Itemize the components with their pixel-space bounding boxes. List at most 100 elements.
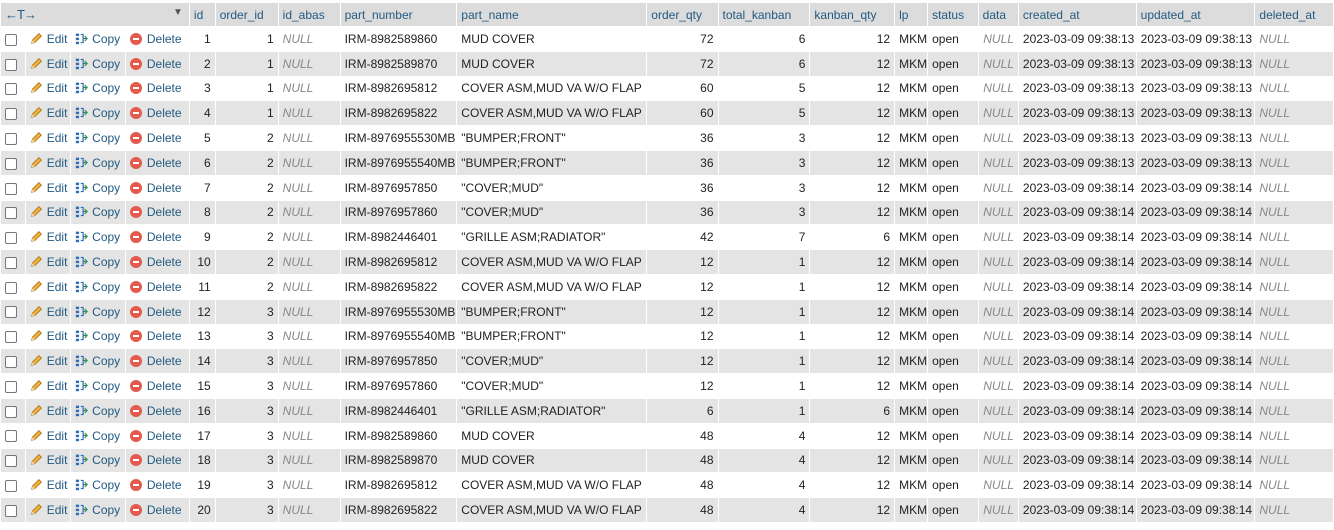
- row-checkbox[interactable]: [5, 33, 17, 46]
- column-header-lp[interactable]: lp: [895, 3, 928, 26]
- copy-button[interactable]: Copy: [71, 250, 125, 274]
- row-checkbox[interactable]: [5, 356, 17, 369]
- edit-button[interactable]: Edit: [25, 324, 71, 349]
- copy-button[interactable]: Copy: [71, 225, 125, 250]
- edit-button[interactable]: Edit: [25, 175, 71, 200]
- row-checkbox[interactable]: [5, 405, 17, 418]
- delete-button[interactable]: Delete: [125, 225, 189, 250]
- delete-button[interactable]: Delete: [125, 126, 189, 150]
- copy-button[interactable]: Copy: [71, 51, 125, 76]
- delete-button[interactable]: Delete: [125, 398, 189, 423]
- column-header-created-at[interactable]: created_at: [1018, 3, 1136, 26]
- copy-button[interactable]: Copy: [71, 150, 125, 175]
- column-nav-header[interactable]: ←T→ ▼: [1, 3, 189, 26]
- cell-lp: MKM: [895, 349, 928, 374]
- edit-button[interactable]: Edit: [25, 200, 71, 225]
- delete-button[interactable]: Delete: [125, 51, 189, 76]
- row-checkbox[interactable]: [5, 306, 17, 319]
- row-checkbox[interactable]: [5, 504, 17, 517]
- row-checkbox[interactable]: [5, 108, 17, 121]
- delete-button[interactable]: Delete: [125, 299, 189, 324]
- edit-button[interactable]: Edit: [25, 473, 71, 498]
- edit-button[interactable]: Edit: [25, 51, 71, 76]
- copy-button[interactable]: Copy: [71, 349, 125, 374]
- delete-button[interactable]: Delete: [125, 473, 189, 498]
- delete-button[interactable]: Delete: [125, 498, 189, 522]
- row-checkbox[interactable]: [5, 256, 17, 269]
- row-checkbox[interactable]: [5, 430, 17, 443]
- row-checkbox[interactable]: [5, 480, 17, 493]
- column-header-kanban-qty[interactable]: kanban_qty: [810, 3, 895, 26]
- sort-caret-icon[interactable]: ▼: [173, 7, 183, 18]
- column-header-order-qty[interactable]: order_qty: [647, 3, 718, 26]
- delete-label: Delete: [146, 304, 182, 319]
- row-checkbox[interactable]: [5, 455, 17, 468]
- edit-button[interactable]: Edit: [25, 398, 71, 423]
- copy-button[interactable]: Copy: [71, 126, 125, 150]
- delete-button[interactable]: Delete: [125, 423, 189, 448]
- delete-button[interactable]: Delete: [125, 101, 189, 126]
- column-header-part-name[interactable]: part_name: [457, 3, 647, 26]
- edit-button[interactable]: Edit: [25, 448, 71, 473]
- column-header-data[interactable]: data: [978, 3, 1018, 26]
- delete-button[interactable]: Delete: [125, 374, 189, 398]
- edit-button[interactable]: Edit: [25, 423, 71, 448]
- row-checkbox[interactable]: [5, 207, 17, 220]
- delete-button[interactable]: Delete: [125, 27, 189, 51]
- row-checkbox[interactable]: [5, 132, 17, 145]
- column-header-deleted-at[interactable]: deleted_at: [1255, 3, 1333, 26]
- delete-button[interactable]: Delete: [125, 150, 189, 175]
- delete-button[interactable]: Delete: [125, 175, 189, 200]
- copy-button[interactable]: Copy: [71, 498, 125, 522]
- edit-button[interactable]: Edit: [25, 250, 71, 274]
- row-checkbox[interactable]: [5, 232, 17, 245]
- edit-button[interactable]: Edit: [25, 126, 71, 150]
- copy-button[interactable]: Copy: [71, 76, 125, 101]
- delete-button[interactable]: Delete: [125, 324, 189, 349]
- row-checkbox[interactable]: [5, 331, 17, 344]
- column-header-id[interactable]: id: [189, 3, 215, 26]
- delete-button[interactable]: Delete: [125, 250, 189, 274]
- cell-total-kanban: 4: [718, 448, 810, 473]
- delete-button[interactable]: Delete: [125, 349, 189, 374]
- edit-button[interactable]: Edit: [25, 76, 71, 101]
- copy-button[interactable]: Copy: [71, 473, 125, 498]
- column-header-status[interactable]: status: [928, 3, 978, 26]
- copy-button[interactable]: Copy: [71, 101, 125, 126]
- copy-button[interactable]: Copy: [71, 324, 125, 349]
- column-nav-arrows-icon[interactable]: ←T→: [5, 7, 37, 22]
- copy-button[interactable]: Copy: [71, 448, 125, 473]
- column-header-updated-at[interactable]: updated_at: [1136, 3, 1255, 26]
- column-header-order-id[interactable]: order_id: [215, 3, 278, 26]
- column-header-total-kanban[interactable]: total_kanban: [718, 3, 810, 26]
- copy-button[interactable]: Copy: [71, 374, 125, 398]
- column-header-part-number[interactable]: part_number: [340, 3, 457, 26]
- row-checkbox[interactable]: [5, 83, 17, 96]
- copy-button[interactable]: Copy: [71, 398, 125, 423]
- edit-button[interactable]: Edit: [25, 274, 71, 299]
- edit-button[interactable]: Edit: [25, 225, 71, 250]
- edit-button[interactable]: Edit: [25, 299, 71, 324]
- row-checkbox[interactable]: [5, 58, 17, 71]
- edit-button[interactable]: Edit: [25, 349, 71, 374]
- copy-button[interactable]: Copy: [71, 200, 125, 225]
- edit-button[interactable]: Edit: [25, 374, 71, 398]
- delete-button[interactable]: Delete: [125, 274, 189, 299]
- copy-button[interactable]: Copy: [71, 27, 125, 51]
- copy-button[interactable]: Copy: [71, 423, 125, 448]
- row-checkbox[interactable]: [5, 380, 17, 393]
- delete-button[interactable]: Delete: [125, 200, 189, 225]
- edit-button[interactable]: Edit: [25, 150, 71, 175]
- row-checkbox[interactable]: [5, 182, 17, 195]
- row-checkbox[interactable]: [5, 281, 17, 294]
- column-header-id-abas[interactable]: id_abas: [278, 3, 340, 26]
- row-checkbox[interactable]: [5, 157, 17, 170]
- edit-button[interactable]: Edit: [25, 101, 71, 126]
- edit-button[interactable]: Edit: [25, 27, 71, 51]
- delete-button[interactable]: Delete: [125, 76, 189, 101]
- copy-button[interactable]: Copy: [71, 299, 125, 324]
- delete-button[interactable]: Delete: [125, 448, 189, 473]
- copy-button[interactable]: Copy: [71, 274, 125, 299]
- copy-button[interactable]: Copy: [71, 175, 125, 200]
- edit-button[interactable]: Edit: [25, 498, 71, 522]
